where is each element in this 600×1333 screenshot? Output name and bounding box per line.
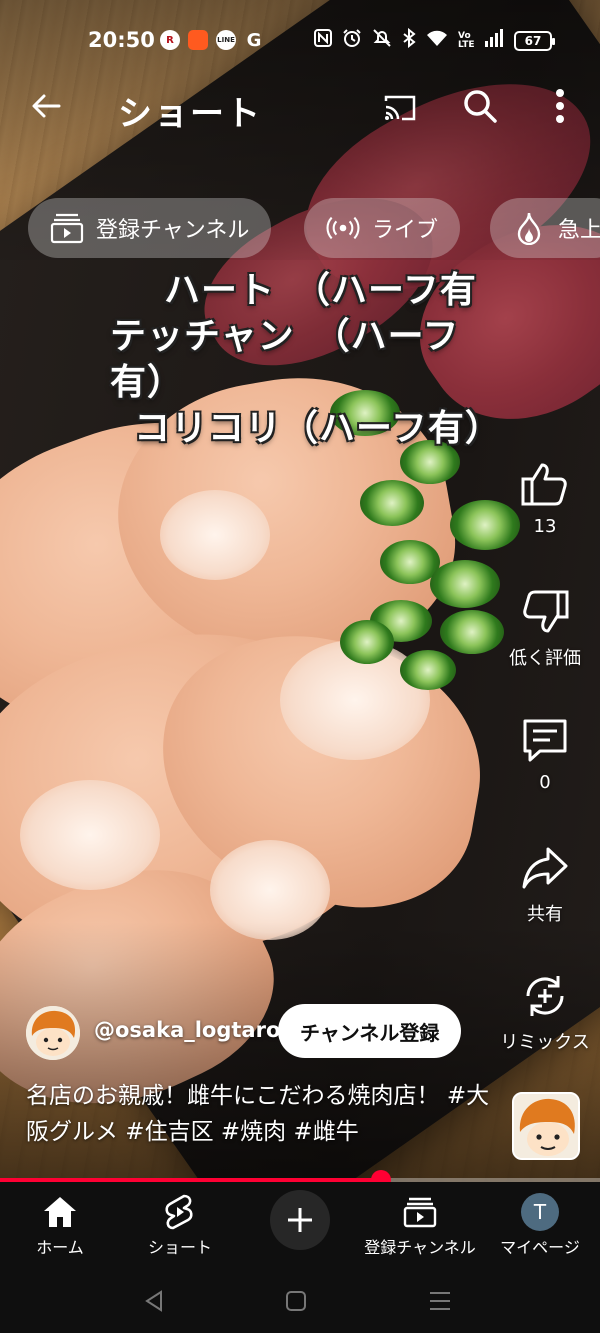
like-count: 13 bbox=[533, 516, 557, 537]
filter-chips: 登録チャンネル ライブ 急上 bbox=[0, 198, 600, 260]
plus-icon bbox=[288, 1208, 312, 1232]
video-fat-highlight bbox=[20, 780, 160, 890]
create-button[interactable] bbox=[270, 1190, 330, 1250]
volte-icon: Vo LTE bbox=[458, 30, 475, 50]
cast-icon bbox=[384, 95, 416, 121]
status-time: 20:50 bbox=[88, 28, 155, 52]
chip-live[interactable]: ライブ bbox=[304, 198, 461, 258]
video-description[interactable]: 名店のお親戚！雌牛にこだわる焼肉店！ #大阪グルメ #住吉区 #焼肉 #雌牛 bbox=[26, 1078, 496, 1150]
video-green-onion bbox=[360, 480, 424, 526]
google-icon: G bbox=[246, 29, 262, 51]
chip-label: ライブ bbox=[372, 218, 439, 243]
nav-shorts[interactable]: ショート bbox=[120, 1192, 240, 1258]
home-icon bbox=[40, 1192, 80, 1232]
channel-row: @osaka_logtaro チャンネル登録 bbox=[26, 1004, 466, 1060]
system-status-icons: Vo LTE 67 bbox=[314, 27, 555, 53]
trending-icon bbox=[512, 211, 546, 245]
subscriptions-icon bbox=[400, 1192, 440, 1232]
bottom-nav: ホーム ショート 登録チャンネル T マイページ bbox=[0, 1182, 600, 1268]
app-orange-icon bbox=[188, 30, 208, 50]
share-icon bbox=[517, 840, 573, 896]
avatar-illustration-icon bbox=[514, 1094, 578, 1158]
signal-icon bbox=[484, 29, 504, 52]
subscriptions-icon bbox=[50, 211, 84, 245]
share-button[interactable]: 共有 bbox=[490, 840, 600, 926]
nav-my-page[interactable]: T マイページ bbox=[480, 1192, 600, 1258]
status-bar: 20:50 R LINE G Vo LTE 67 bbox=[0, 22, 600, 58]
alarm-icon bbox=[342, 28, 362, 53]
wifi-icon bbox=[426, 29, 448, 52]
app-header: ショート bbox=[0, 76, 600, 136]
avatar-illustration-icon bbox=[26, 1006, 80, 1060]
remix-icon bbox=[517, 968, 573, 1024]
line-icon: LINE bbox=[216, 30, 236, 50]
avatar-icon: T bbox=[520, 1192, 560, 1232]
nav-subscriptions[interactable]: 登録チャンネル bbox=[360, 1192, 480, 1258]
share-label: 共有 bbox=[527, 904, 563, 925]
chip-label: 急上 bbox=[558, 218, 600, 243]
dislike-label: 低く評価 bbox=[509, 648, 581, 669]
like-button[interactable]: 13 bbox=[490, 456, 600, 537]
remix-label: リミックス bbox=[500, 1032, 590, 1053]
video-green-onion bbox=[340, 620, 394, 664]
caption-line-3: コリコリ（ハーフ有） bbox=[134, 408, 502, 449]
channel-avatar[interactable] bbox=[26, 1006, 80, 1060]
recents-menu-icon bbox=[430, 1292, 450, 1310]
comment-count: 0 bbox=[539, 772, 551, 793]
system-home-button[interactable] bbox=[276, 1284, 316, 1318]
thumb-up-icon bbox=[517, 456, 573, 512]
video-caption-overlay: ハート （ハーフ有 テッチャン （ハーフ有） コリコリ（ハーフ有） bbox=[100, 268, 502, 452]
battery-indicator: 67 bbox=[514, 30, 555, 51]
notification-icons: R LINE G bbox=[160, 29, 264, 51]
sound-thumbnail[interactable] bbox=[512, 1092, 580, 1160]
nav-my-page-label: マイページ bbox=[500, 1238, 580, 1257]
search-button[interactable] bbox=[458, 84, 502, 128]
thumb-down-icon bbox=[517, 584, 573, 640]
remix-button[interactable]: リミックス bbox=[490, 968, 600, 1054]
live-icon bbox=[326, 211, 360, 245]
system-back-button[interactable] bbox=[134, 1284, 174, 1318]
back-triangle-icon bbox=[145, 1290, 162, 1312]
nav-shorts-label: ショート bbox=[147, 1238, 212, 1257]
mute-icon bbox=[372, 28, 392, 53]
channel-handle[interactable]: @osaka_logtaro bbox=[94, 1018, 280, 1042]
more-options-button[interactable] bbox=[538, 84, 582, 128]
profile-avatar: T bbox=[521, 1193, 559, 1231]
cast-button[interactable] bbox=[378, 86, 422, 130]
video-fat-highlight bbox=[160, 490, 270, 580]
back-arrow-icon bbox=[32, 94, 61, 118]
rakuten-icon: R bbox=[160, 30, 180, 50]
search-icon bbox=[464, 90, 497, 123]
nav-home-label: ホーム bbox=[36, 1238, 84, 1257]
chip-label: 登録チャンネル bbox=[96, 218, 250, 243]
system-recents-button[interactable] bbox=[420, 1284, 460, 1318]
chip-trending[interactable]: 急上 bbox=[490, 198, 600, 258]
back-button[interactable] bbox=[24, 84, 68, 128]
nav-home[interactable]: ホーム bbox=[0, 1192, 120, 1258]
system-navigation-bar bbox=[0, 1268, 600, 1333]
dislike-button[interactable]: 低く評価 bbox=[490, 584, 600, 670]
more-vert-icon bbox=[556, 89, 564, 123]
nfc-icon bbox=[314, 29, 332, 52]
chip-subscriptions[interactable]: 登録チャンネル bbox=[28, 198, 272, 258]
caption-line-1: ハート （ハーフ有 bbox=[164, 270, 477, 311]
home-square-icon bbox=[286, 1291, 306, 1311]
comments-button[interactable]: 0 bbox=[490, 712, 600, 793]
nav-subscriptions-label: 登録チャンネル bbox=[364, 1238, 476, 1257]
shorts-icon bbox=[160, 1192, 200, 1232]
page-title: ショート bbox=[118, 94, 262, 134]
bluetooth-icon bbox=[402, 27, 416, 53]
video-green-onion bbox=[400, 650, 456, 690]
caption-line-2: テッチャン （ハーフ有） bbox=[110, 316, 460, 403]
comment-icon bbox=[517, 712, 573, 768]
subscribe-button[interactable]: チャンネル登録 bbox=[278, 1004, 462, 1058]
